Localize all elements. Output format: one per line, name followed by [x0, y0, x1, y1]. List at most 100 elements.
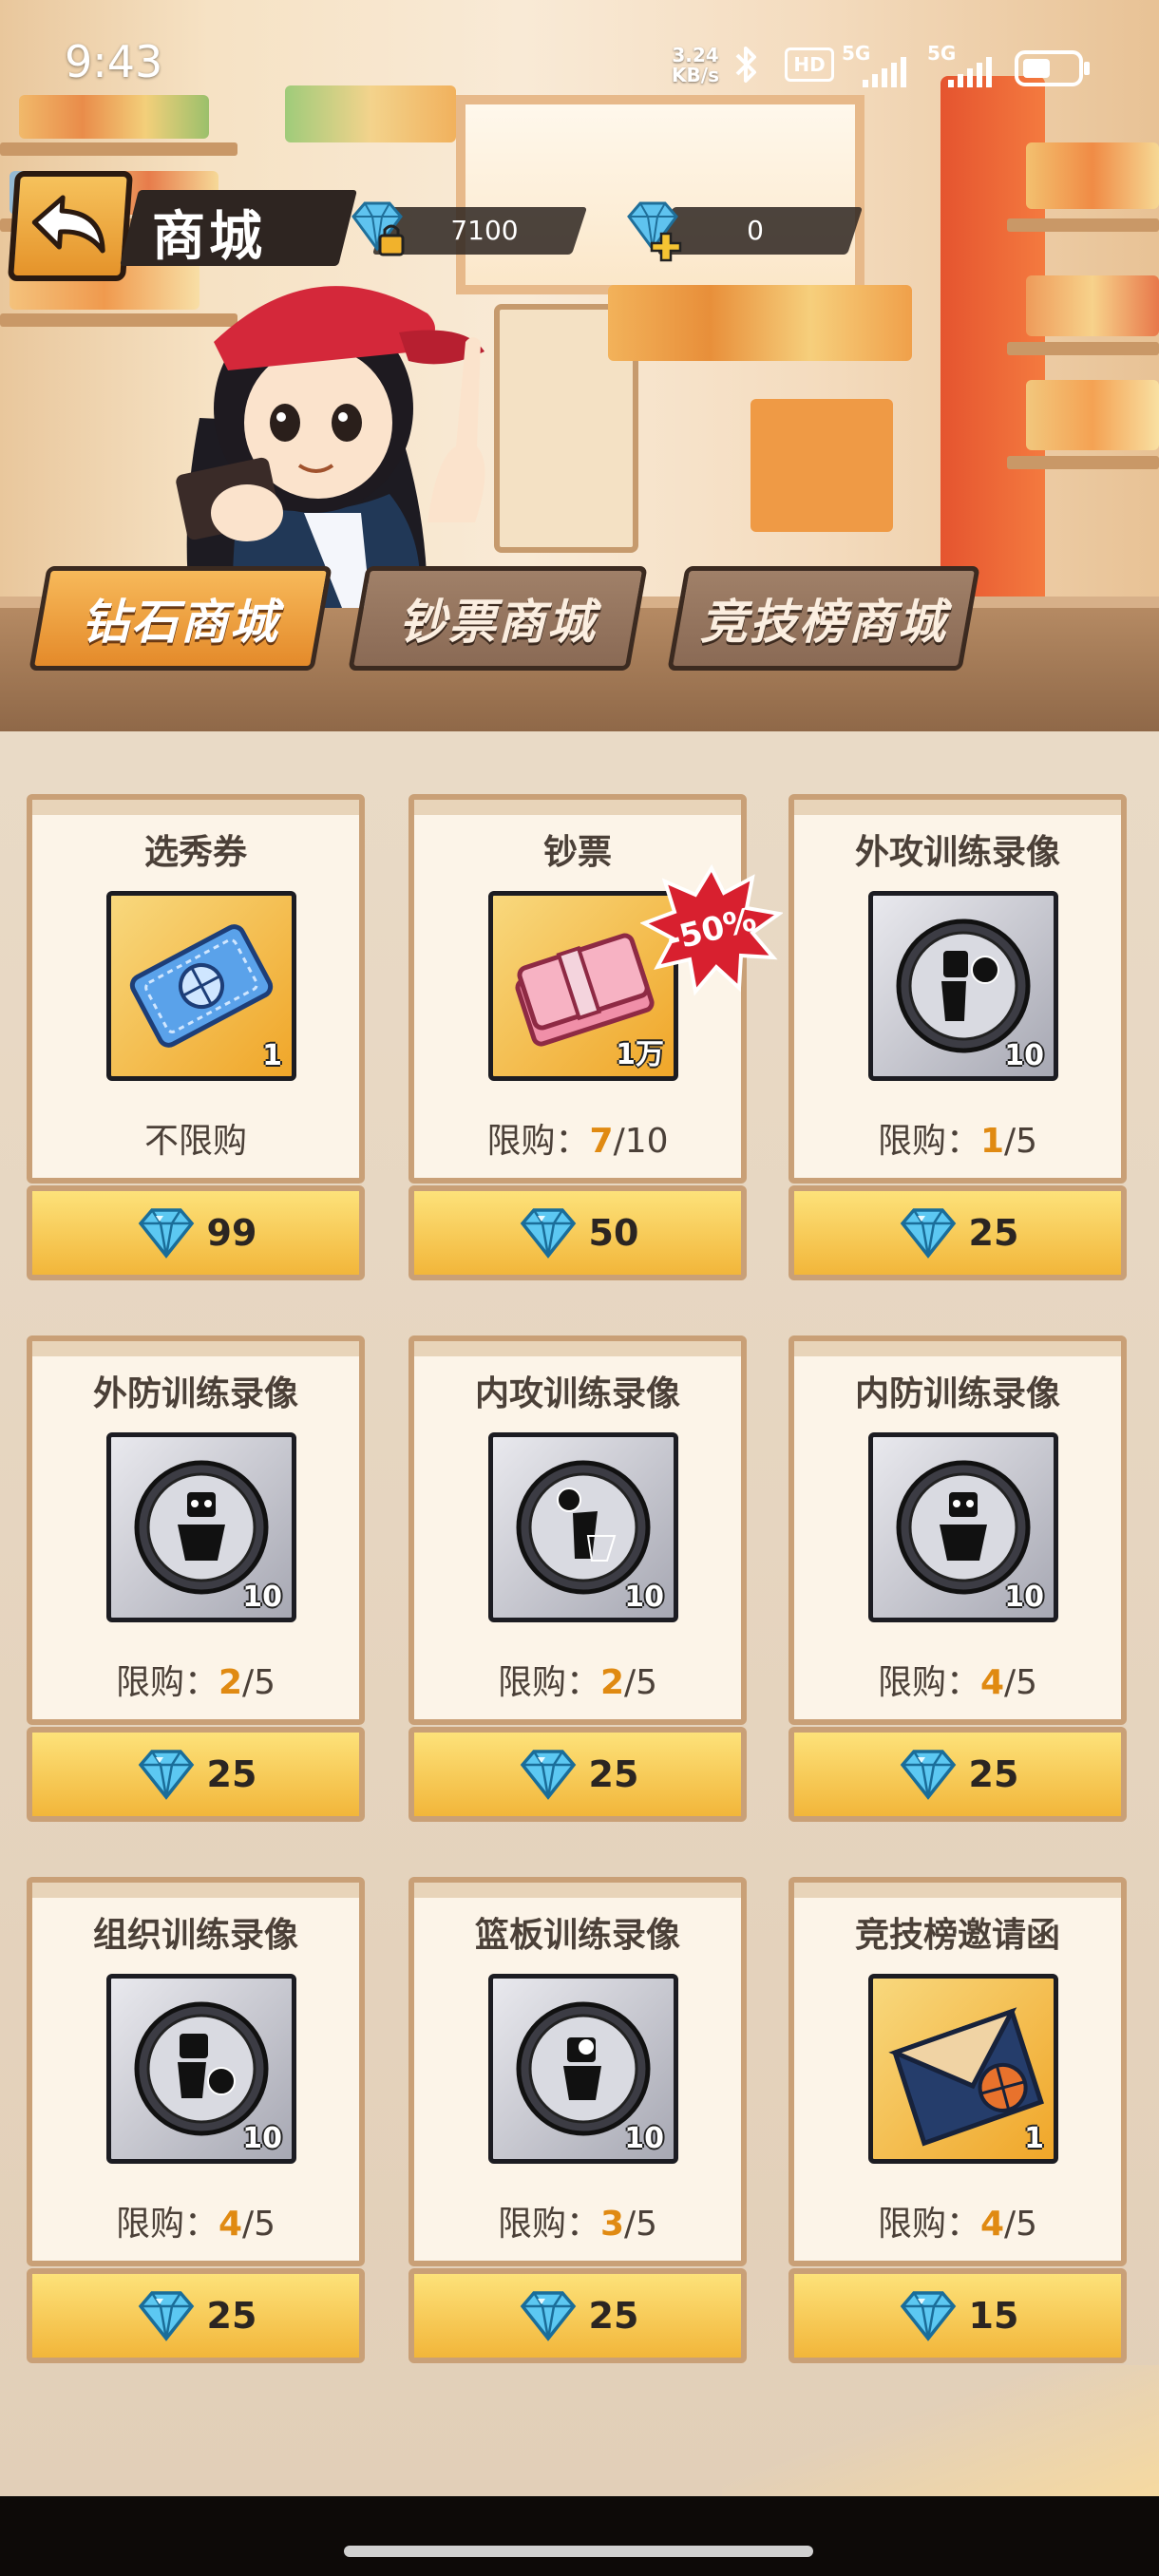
limit-max: /5: [242, 2205, 276, 2244]
tab-arena-shop[interactable]: 竞技榜商城: [667, 566, 980, 671]
buy-button[interactable]: 50: [408, 1185, 747, 1280]
shop-item-card[interactable]: 钞票 1万 限购：7/10 -50% 50: [408, 794, 783, 1280]
tab-label: 钻石商城: [82, 595, 279, 650]
item-price: 25: [588, 2295, 639, 2337]
diamond-icon: [138, 2291, 194, 2341]
limit-prefix: 限购：: [497, 1663, 600, 1702]
limit-current: 7: [589, 1122, 614, 1161]
shop-item-card[interactable]: 组织训练录像 10 限购：4/5 25: [27, 1877, 365, 2363]
signal-bars-icon: [863, 57, 906, 87]
diamond-icon: [900, 1208, 956, 1259]
item-price: 99: [206, 1212, 257, 1254]
shop-item-card[interactable]: 内攻训练录像 10 限购：2/5 25: [408, 1335, 747, 1822]
limit-max: /5: [1004, 1663, 1038, 1702]
shop-item-card[interactable]: 篮板训练录像 10 限购：3/5 25: [408, 1877, 747, 2363]
purchase-limit: 限购：3/5: [414, 2196, 741, 2245]
outside-attack-record-icon[interactable]: 10: [868, 891, 1058, 1081]
limit-prefix: 限购：: [497, 2205, 600, 2244]
item-name: 组织训练录像: [92, 1916, 298, 1955]
card-body: 组织训练录像 10 限购：4/5: [27, 1877, 365, 2266]
bluetooth-icon: [735, 47, 756, 83]
net-speed: 3.24 KB/s: [665, 46, 726, 85]
limit-current: 1: [979, 1122, 1005, 1161]
limit-max: /5: [242, 1663, 276, 1702]
home-indicator[interactable]: [344, 2546, 813, 2557]
shelf-goods: [1026, 380, 1159, 450]
limit-current: 2: [599, 1663, 625, 1702]
back-button[interactable]: [7, 171, 134, 281]
buy-button[interactable]: 25: [27, 2268, 365, 2363]
limit-prefix: 限购：: [115, 1663, 218, 1702]
shelf: [0, 142, 238, 156]
limit-prefix: 限购：: [877, 1663, 980, 1702]
limit-current: 4: [218, 2205, 243, 2244]
item-name: 内防训练录像: [854, 1374, 1060, 1413]
limit-prefix: 限购：: [115, 2205, 218, 2244]
diamond-icon: [138, 1750, 194, 1800]
limit-current: 4: [979, 2205, 1005, 2244]
shop-item-card[interactable]: 外攻训练录像 10 限购：1/5 25: [788, 794, 1127, 1280]
card-body: 内防训练录像 10 限购：4/5: [788, 1335, 1127, 1725]
signal-bars-icon: [948, 57, 992, 87]
item-quantity: 10: [1004, 1581, 1044, 1614]
item-name: 内攻训练录像: [474, 1374, 680, 1413]
limit-max: /5: [1004, 2205, 1038, 2244]
item-name: 竞技榜邀请函: [854, 1916, 1060, 1955]
item-price: 50: [588, 1212, 639, 1254]
invitation-letter-icon[interactable]: 1: [868, 1974, 1058, 2164]
buy-button[interactable]: 15: [788, 2268, 1127, 2363]
purchase-limit: 限购：1/5: [794, 1113, 1121, 1163]
navigation-bar: [0, 2496, 1159, 2576]
purchase-limit: 限购：4/5: [794, 2196, 1121, 2245]
purchase-limit: 限购：7/10: [414, 1113, 741, 1163]
buy-button[interactable]: 25: [408, 2268, 747, 2363]
shop-item-card[interactable]: 内防训练录像 10 限购：4/5 25: [788, 1335, 1127, 1822]
buy-button[interactable]: 25: [27, 1727, 365, 1822]
shop-item-card[interactable]: 竞技榜邀请函 1 限购：4/5 15: [788, 1877, 1127, 2363]
limit-max: /5: [624, 2205, 658, 2244]
tab-diamond-shop[interactable]: 钻石商城: [28, 566, 332, 671]
locked-diamond-icon: [352, 201, 405, 256]
limit-prefix: 限购：: [877, 1122, 980, 1161]
rebound-record-icon[interactable]: 10: [488, 1974, 678, 2164]
diamond-icon: [520, 1750, 576, 1800]
diamond-icon: [520, 1208, 576, 1259]
item-quantity: 10: [1004, 1039, 1044, 1072]
buy-button[interactable]: 25: [788, 1185, 1127, 1280]
purchase-limit: 限购：2/5: [414, 1655, 741, 1704]
limit-prefix: 限购：: [877, 2205, 980, 2244]
card-body: 外防训练录像 10 限购：2/5: [27, 1335, 365, 1725]
locked-diamond-value: 7100: [450, 215, 519, 246]
card-body: 篮板训练录像 10 限购：3/5: [408, 1877, 747, 2266]
limit-prefix: 限购：: [486, 1122, 590, 1161]
item-name: 篮板训练录像: [474, 1916, 680, 1955]
shop-item-card[interactable]: 外防训练录像 10 限购：2/5 25: [27, 1335, 365, 1822]
card-body: 竞技榜邀请函 1 限购：4/5: [788, 1877, 1127, 2266]
shelf: [1007, 218, 1159, 232]
ticket-icon[interactable]: 1: [106, 891, 296, 1081]
discount-badge: -50%: [640, 864, 783, 996]
product-box: [750, 399, 893, 532]
buy-button[interactable]: 25: [408, 1727, 747, 1822]
limit-max: /10: [613, 1122, 669, 1161]
item-name: 选秀券: [143, 833, 247, 872]
limit-max: /5: [624, 1663, 658, 1702]
buy-button[interactable]: 99: [27, 1185, 365, 1280]
playmaking-record-icon[interactable]: 10: [106, 1974, 296, 2164]
item-quantity: 10: [242, 2122, 282, 2155]
outside-defense-record-icon[interactable]: 10: [106, 1432, 296, 1622]
tab-label: 竞技榜商城: [700, 595, 947, 650]
shelf: [1007, 456, 1159, 469]
purchase-limit: 限购：2/5: [32, 1655, 359, 1704]
shelf-goods: [285, 85, 456, 142]
net-speed-value: 3.24: [672, 44, 719, 66]
inside-defense-record-icon[interactable]: 10: [868, 1432, 1058, 1622]
tab-cash-shop[interactable]: 钞票商城: [348, 566, 648, 671]
inside-attack-record-icon[interactable]: 10: [488, 1432, 678, 1622]
buy-button[interactable]: 25: [788, 1727, 1127, 1822]
shop-item-card[interactable]: 选秀券 1 不限购 99: [27, 794, 365, 1280]
item-name: 外攻训练录像: [854, 833, 1060, 872]
add-diamond-icon[interactable]: [619, 196, 686, 264]
diamond-value: 0: [747, 215, 764, 246]
item-price: 15: [968, 2295, 1019, 2337]
